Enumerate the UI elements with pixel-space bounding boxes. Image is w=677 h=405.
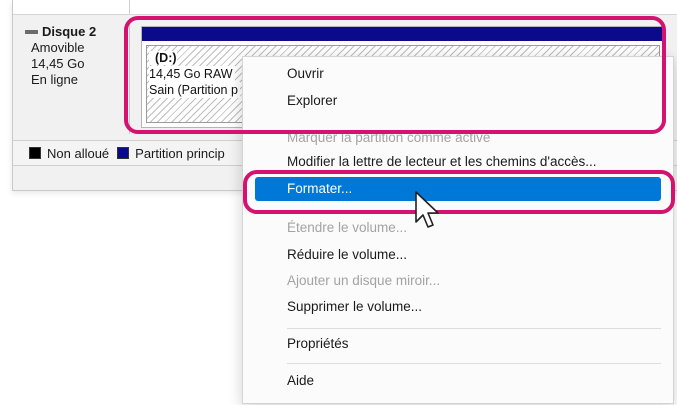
menu-separator (287, 363, 661, 364)
legend-label-unallocated: Non alloué (47, 145, 110, 161)
legend-swatch-unallocated (29, 147, 41, 159)
strip-divider (129, 0, 130, 14)
menu-item-mark-active: Marquer la partition comme active (287, 130, 491, 145)
menu-separator (287, 328, 661, 329)
mouse-pointer-icon (415, 191, 439, 228)
disk-icon (25, 30, 38, 34)
previous-disk-row-strip (13, 0, 677, 15)
menu-item-add-mirror: Ajouter un disque miroir... (287, 273, 441, 288)
volume-text: (D:) 14,45 Go RAW Sain (Partition p (149, 50, 240, 98)
menu-item-properties[interactable]: Propriétés (255, 332, 661, 356)
disk-name: Disque 2 (25, 24, 129, 40)
volume-context-menu: Ouvrir Explorer Marquer la partition com… (242, 56, 674, 404)
disk-name-label: Disque 2 (42, 24, 97, 39)
volume-primary-partition-bar (142, 27, 664, 41)
menu-item-explore[interactable]: Explorer (255, 89, 661, 113)
legend-item-unallocated: Non alloué (29, 146, 109, 161)
menu-item-open[interactable]: Ouvrir (255, 62, 661, 86)
legend-item-primary: Partition princip (117, 146, 225, 161)
disk-type: Amovible (31, 40, 85, 55)
disk-panel-divider (129, 22, 130, 134)
volume-health: Sain (Partition p (149, 82, 240, 98)
legend-swatch-primary (117, 147, 130, 159)
menu-item-shrink-volume[interactable]: Réduire le volume... (255, 243, 661, 267)
menu-item-change-drive-letter[interactable]: Modifier la lettre de lecteur et les che… (255, 150, 661, 174)
disk-size: 14,45 Go (31, 56, 85, 71)
menu-item-format[interactable]: Formater... (255, 177, 661, 201)
volume-size-fs: 14,45 Go RAW (149, 66, 235, 82)
volume-label: (D:) (149, 51, 177, 65)
menu-item-help[interactable]: Aide (255, 369, 661, 393)
menu-item-extend-volume: Étendre le volume... (287, 220, 408, 235)
menu-item-delete-volume[interactable]: Supprimer le volume... (255, 295, 661, 319)
legend-label-primary: Partition princip (135, 145, 225, 161)
disk-info-panel[interactable]: Disque 2 Amovible 14,45 Go En ligne (19, 24, 129, 132)
disk-status: En ligne (31, 72, 78, 87)
